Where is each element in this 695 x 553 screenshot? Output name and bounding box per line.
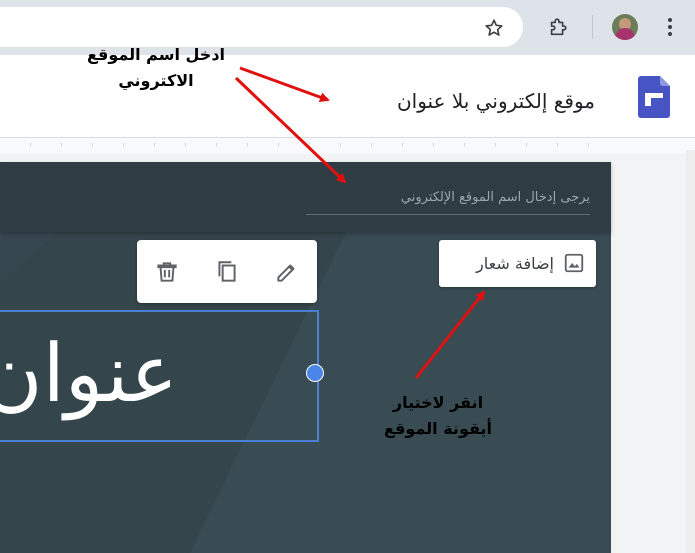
edit-icon[interactable] bbox=[274, 259, 300, 285]
address-bar[interactable] bbox=[0, 7, 523, 47]
annotation-choose-icon: انقر لاختيار أيقونة الموقع bbox=[368, 390, 508, 442]
toolbar-divider bbox=[592, 15, 593, 39]
site-name-input[interactable]: يرجى إدخال اسم الموقع الإلكتروني bbox=[306, 190, 590, 215]
duplicate-icon[interactable] bbox=[214, 259, 240, 285]
annotation-line: انقر لاختيار bbox=[392, 393, 484, 412]
avatar[interactable] bbox=[612, 14, 638, 40]
page-title-text-area[interactable]: عنوان bbox=[0, 322, 178, 432]
site-title[interactable]: موقع إلكتروني بلا عنوان bbox=[397, 89, 595, 113]
annotation-line: أيقونة الموقع bbox=[384, 419, 492, 438]
annotation-line: الاكتروني bbox=[118, 71, 194, 90]
delete-icon[interactable] bbox=[154, 259, 180, 285]
kebab-icon[interactable] bbox=[660, 16, 680, 38]
annotation-line: ادخل اسم الموقع bbox=[86, 45, 226, 64]
scrollbar[interactable] bbox=[686, 150, 695, 553]
image-icon bbox=[564, 253, 584, 273]
annotation-enter-site-name: ادخل اسم الموقع الاكتروني bbox=[72, 42, 240, 94]
add-logo-button[interactable]: إضافة شعار bbox=[439, 240, 596, 287]
resize-handle[interactable] bbox=[306, 364, 324, 382]
ruler bbox=[0, 138, 695, 154]
add-logo-label: إضافة شعار bbox=[476, 254, 554, 273]
title-toolbar bbox=[137, 240, 317, 303]
google-sites-logo-icon bbox=[638, 76, 670, 118]
puzzle-icon[interactable] bbox=[547, 16, 569, 38]
page-title: عنوان bbox=[0, 327, 178, 420]
star-icon[interactable] bbox=[483, 17, 505, 39]
